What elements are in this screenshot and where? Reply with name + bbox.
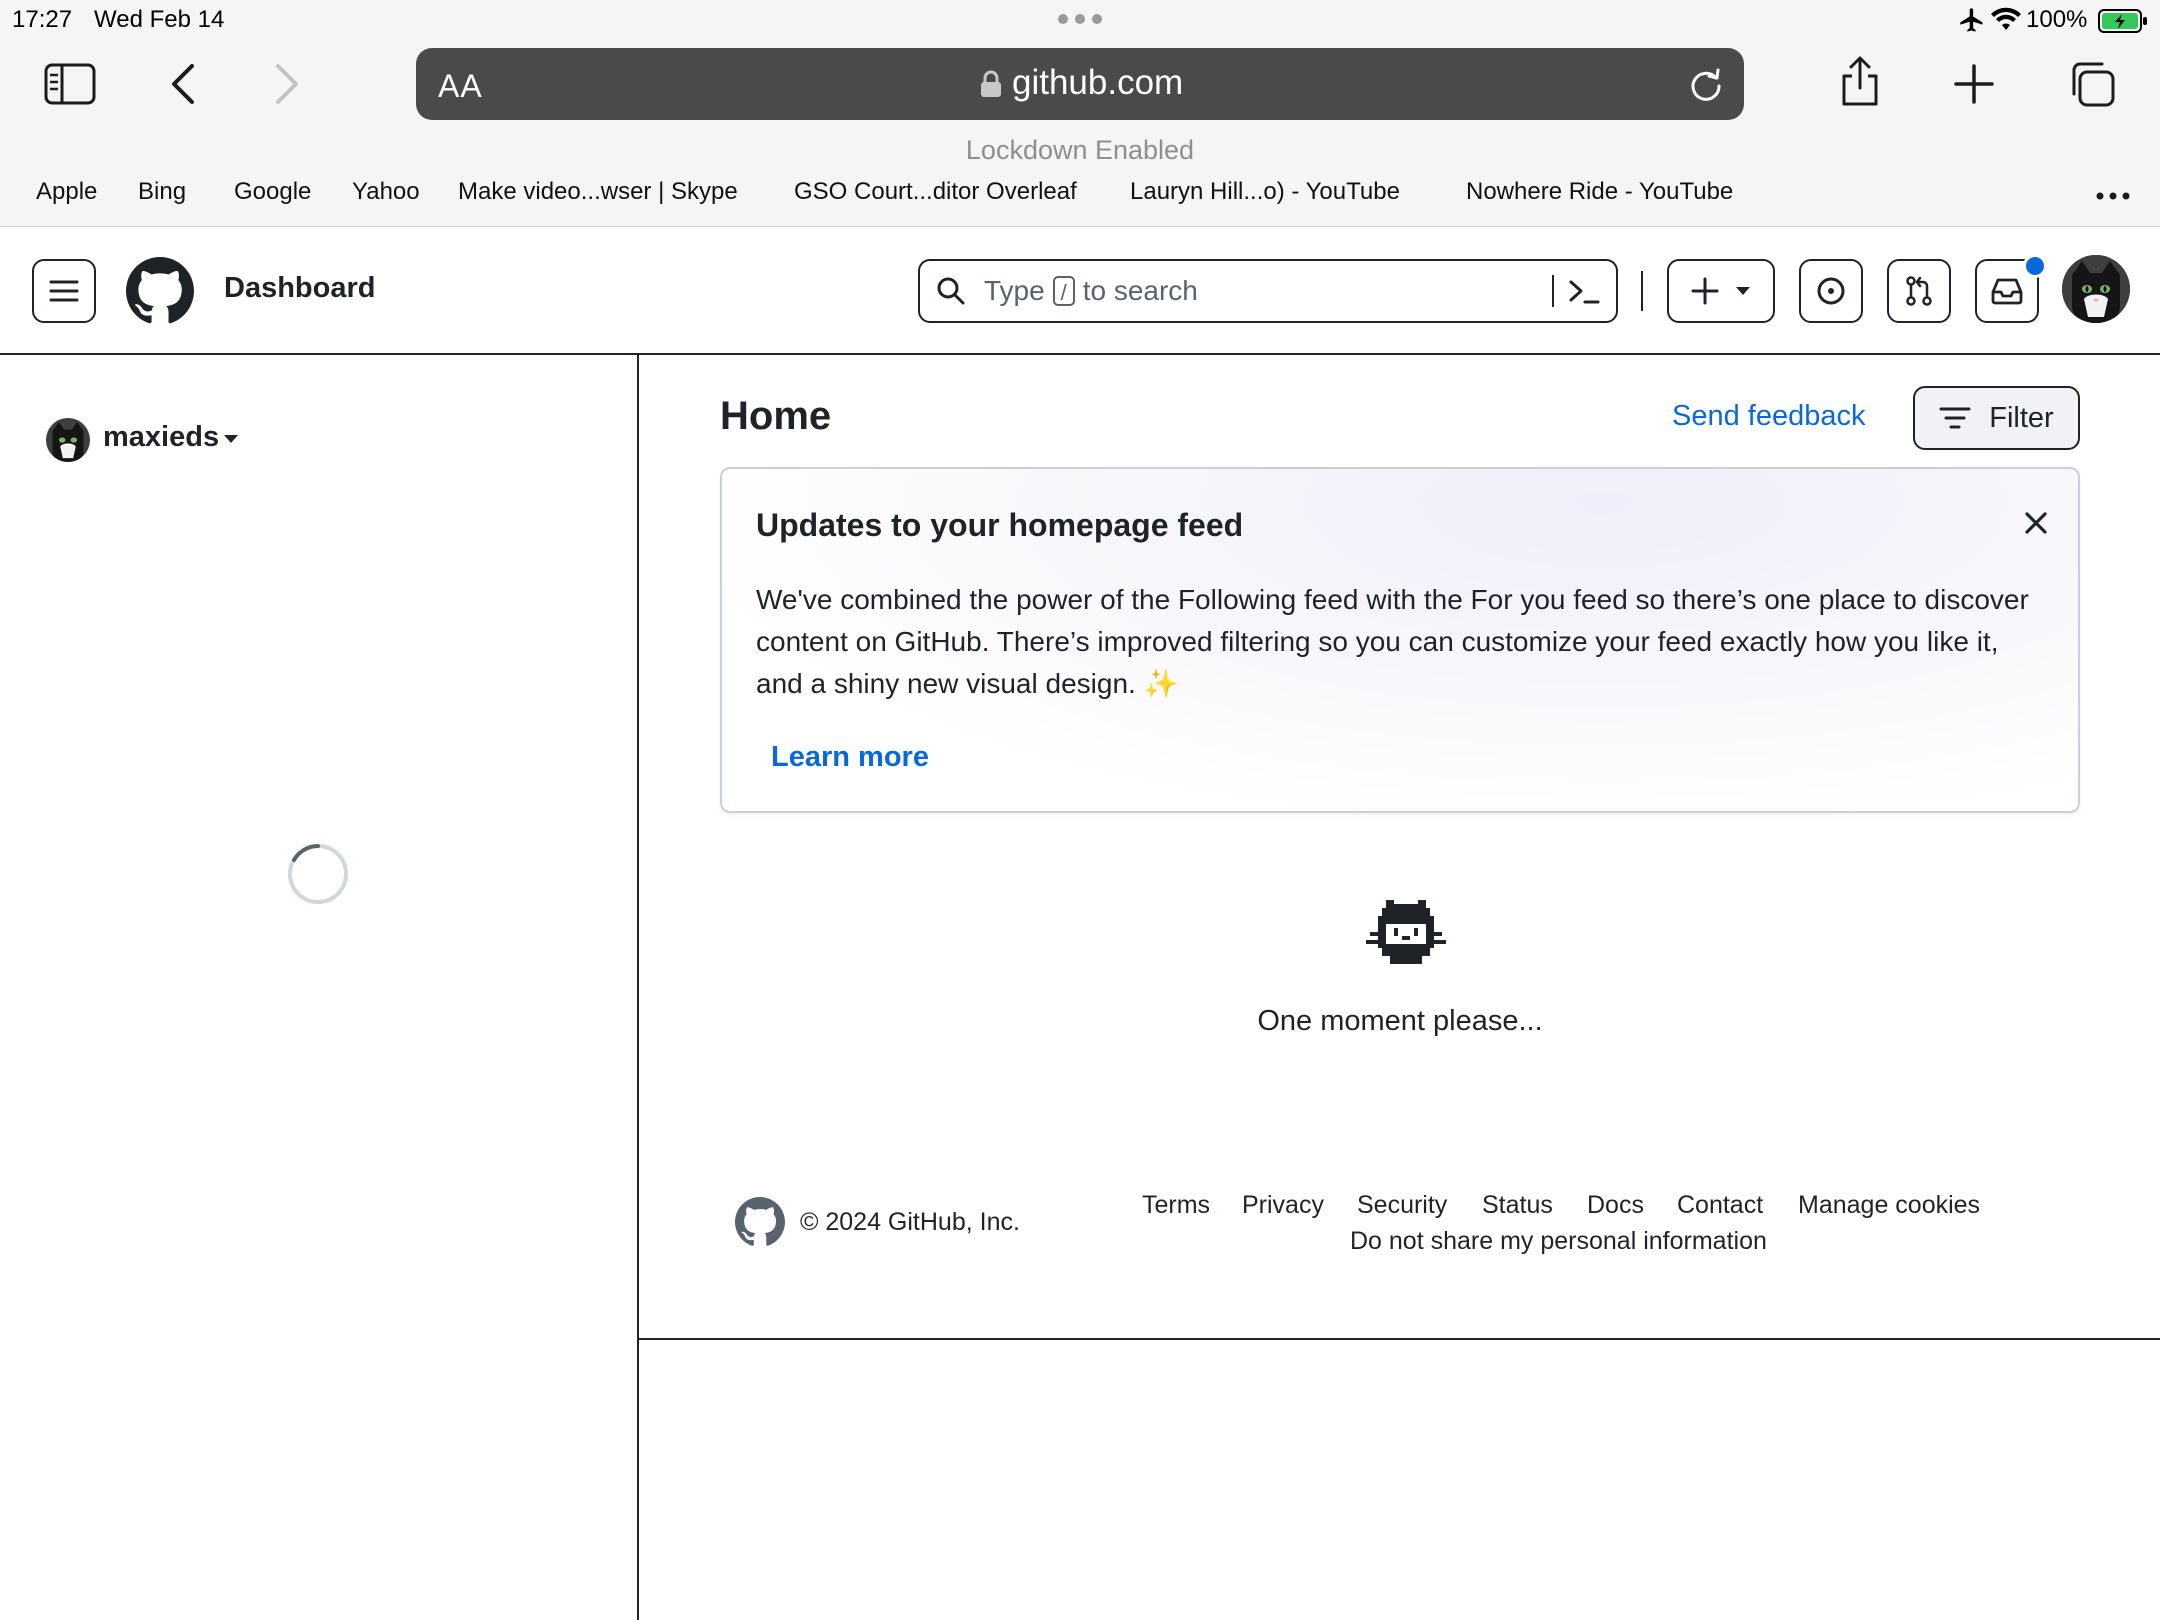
bookmark-yahoo[interactable]: Yahoo (352, 178, 420, 206)
send-feedback-link[interactable]: Send feedback (1672, 400, 1865, 433)
page-context-title[interactable]: Dashboard (224, 272, 375, 305)
caret-down-icon (1736, 287, 1750, 295)
issue-icon (1817, 277, 1845, 305)
search-placeholder-suffix: to search (1082, 275, 1198, 306)
new-tab-icon[interactable] (1954, 64, 1994, 104)
airplane-icon (1958, 6, 1986, 34)
bookmark-nowhere-ride[interactable]: Nowhere Ride - YouTube (1466, 178, 1733, 206)
url-text: github.com (1012, 63, 1184, 102)
back-icon[interactable] (168, 62, 196, 106)
footer-link-do-not-share[interactable]: Do not share my personal information (1350, 1227, 1767, 1256)
lock-icon (980, 70, 1002, 98)
search-input[interactable]: Type / to search (918, 259, 1618, 323)
footer-link-manage-cookies[interactable]: Manage cookies (1798, 1191, 1980, 1220)
footer-link-security[interactable]: Security (1357, 1191, 1447, 1220)
loading-message: One moment please... (1257, 1005, 1543, 1037)
status-date: Wed Feb 14 (94, 6, 225, 33)
status-time: 17:27 (12, 6, 73, 33)
search-divider (1552, 275, 1554, 307)
page-title: Home (720, 394, 832, 438)
browser-chrome: 17:27 Wed Feb 14 100% AA github.com Lock… (0, 0, 2160, 227)
github-logo-icon[interactable] (126, 257, 194, 325)
bookmark-lauryn-hill[interactable]: Lauryn Hill...o) - YouTube (1130, 178, 1400, 206)
sidebar-divider (637, 355, 639, 1620)
learn-more-link[interactable]: Learn more (771, 741, 929, 774)
share-icon[interactable] (1838, 56, 1882, 108)
notice-title: Updates to your homepage feed (756, 507, 1244, 543)
text-size-button[interactable]: AA (438, 68, 483, 105)
bookmark-skype[interactable]: Make video...wser | Skype (458, 178, 738, 206)
address-bar[interactable]: AA github.com (416, 48, 1744, 120)
tabs-overview-icon[interactable] (2068, 60, 2116, 108)
account-switcher-username[interactable]: maxieds (103, 421, 219, 454)
footer-link-contact[interactable]: Contact (1677, 1191, 1763, 1220)
pull-request-icon (1906, 276, 1932, 306)
close-icon[interactable] (2024, 511, 2048, 535)
reload-icon[interactable] (1688, 66, 1724, 102)
cat-avatar-icon (2062, 255, 2130, 323)
pixel-octocat-icon (1366, 896, 1446, 972)
footer-link-docs[interactable]: Docs (1587, 1191, 1644, 1220)
cat-avatar-icon (46, 418, 90, 462)
filter-icon (1939, 407, 1971, 429)
account-caret-down-icon[interactable] (223, 434, 239, 444)
inbox-icon (1991, 278, 2023, 305)
footer-link-terms[interactable]: Terms (1142, 1191, 1210, 1220)
footer-link-privacy[interactable]: Privacy (1242, 1191, 1324, 1220)
notification-indicator (2023, 254, 2047, 278)
search-shortcut-key: / (1052, 276, 1075, 306)
bookmark-apple[interactable]: Apple (36, 178, 97, 206)
bookmark-overleaf[interactable]: GSO Court...ditor Overleaf (794, 178, 1077, 206)
filter-label: Filter (1989, 401, 2054, 434)
forward-icon[interactable] (274, 62, 302, 106)
sidebar-avatar[interactable] (46, 418, 90, 462)
battery-charging-icon (2098, 8, 2148, 34)
multitasking-dots-icon[interactable] (1056, 12, 1104, 26)
sidebar-toggle-icon[interactable] (44, 63, 96, 105)
loading-spinner-icon (286, 842, 350, 906)
feed-update-notice: Updates to your homepage feed We've comb… (720, 467, 2080, 813)
footer-link-status[interactable]: Status (1482, 1191, 1553, 1220)
notice-body: We've combined the power of the Followin… (756, 584, 2029, 699)
more-bookmarks-icon[interactable] (2096, 192, 2130, 200)
search-placeholder-prefix: Type (984, 275, 1045, 306)
search-icon (937, 277, 965, 305)
filter-button[interactable]: Filter (1913, 386, 2080, 450)
wifi-icon (1990, 6, 2022, 34)
pull-requests-button[interactable] (1887, 259, 1951, 323)
main-bottom-divider (639, 1338, 2160, 1340)
plus-icon (1691, 277, 1719, 305)
bookmark-bing[interactable]: Bing (138, 178, 186, 206)
user-avatar[interactable] (2062, 255, 2130, 323)
header-divider (1641, 271, 1643, 311)
issues-button[interactable] (1799, 259, 1863, 323)
hamburger-icon (49, 280, 79, 302)
create-new-button[interactable] (1667, 259, 1775, 323)
battery-percent: 100% (2026, 6, 2088, 33)
global-menu-button[interactable] (32, 259, 96, 323)
footer-github-logo-icon[interactable] (735, 1197, 785, 1247)
footer-copyright: © 2024 GitHub, Inc. (800, 1208, 1020, 1236)
bookmark-google[interactable]: Google (234, 178, 311, 206)
lockdown-notice: Lockdown Enabled (965, 135, 1195, 165)
github-header: Dashboard Type / to search (0, 227, 2160, 355)
command-palette-icon[interactable] (1568, 277, 1600, 307)
